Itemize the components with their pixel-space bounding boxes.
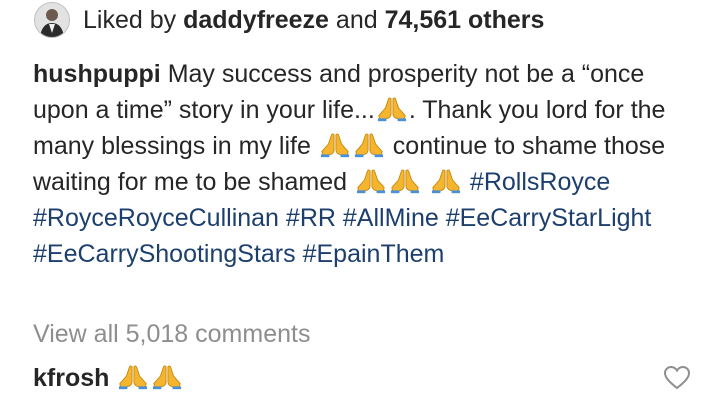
- hashtag-link[interactable]: #RoyceRoyceCullinan: [33, 204, 279, 232]
- view-all-comments-link[interactable]: View all 5,018 comments: [33, 316, 310, 352]
- pray-emoji-icon: [354, 131, 384, 159]
- comment-username[interactable]: kfrosh: [33, 364, 109, 392]
- hashtag-link[interactable]: #AllMine: [343, 204, 439, 232]
- liker-avatar[interactable]: [34, 2, 70, 38]
- pray-emoji-icon: [431, 167, 461, 195]
- avatar-image: [35, 3, 69, 37]
- liker-username[interactable]: daddyfreeze: [183, 6, 329, 35]
- caption-username[interactable]: hushpuppi: [33, 60, 161, 88]
- hashtag-link[interactable]: #EpainThem: [303, 240, 445, 268]
- hashtag-link[interactable]: #EeCarryShootingStars: [33, 240, 296, 268]
- pray-emoji-icon: [377, 95, 407, 123]
- post-caption: hushpuppi May success and prosperity not…: [33, 56, 693, 272]
- likes-joiner: and: [335, 5, 378, 34]
- pray-emoji-icon: [118, 363, 148, 391]
- likes-count[interactable]: 74,561 others: [385, 6, 545, 35]
- pray-emoji-icon: [390, 167, 420, 195]
- pray-emoji-icon: [356, 167, 386, 195]
- hashtag-link[interactable]: #EeCarryStarLight: [446, 204, 652, 232]
- pray-emoji-icon: [320, 131, 350, 159]
- like-comment-heart-icon[interactable]: [664, 366, 690, 390]
- hashtag-link[interactable]: #RollsRoyce: [470, 168, 610, 196]
- likes-summary[interactable]: Liked by daddyfreeze and 74,561 others: [34, 2, 544, 38]
- pray-emoji-icon: [152, 363, 182, 391]
- likes-prefix: Liked by: [83, 5, 177, 34]
- comment-item: kfrosh: [33, 360, 184, 396]
- hashtag-link[interactable]: #RR: [286, 204, 336, 232]
